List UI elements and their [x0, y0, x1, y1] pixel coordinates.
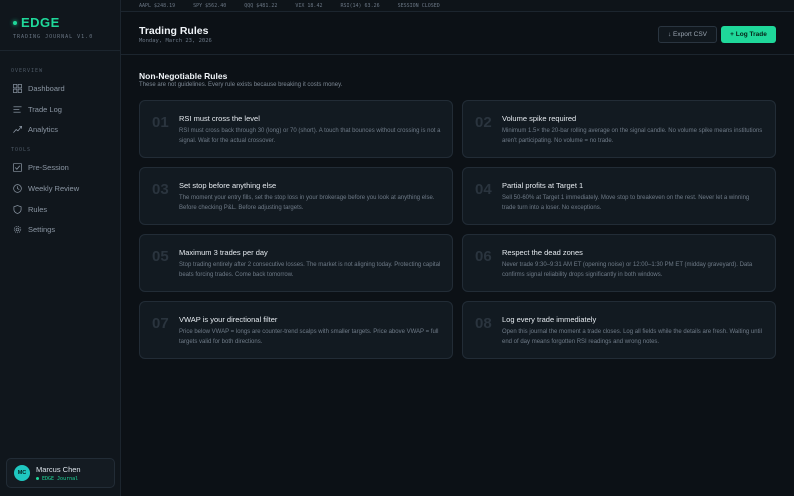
rule-card: 03 Set stop before anything else The mom… [139, 167, 453, 225]
sidebar-item-label: Trade Log [28, 104, 62, 114]
rule-title: VWAP is your directional filter [179, 315, 278, 324]
page-header: Trading Rules Monday, March 23, 2026 ↓ E… [121, 13, 794, 55]
ticker-item: QQQ $481.22 [244, 2, 278, 9]
rule-body: Price below VWAP = longs are counter-tre… [179, 329, 439, 345]
user-name: Marcus Chen [36, 464, 81, 474]
sidebar-item-label: Settings [28, 224, 56, 234]
sidebar-item-rules[interactable]: Rules [6, 200, 114, 218]
rule-number: 03 [152, 181, 169, 198]
rule-title: Volume spike required [502, 114, 577, 123]
rule-body: Stop trading entirely after 2 consecutiv… [179, 262, 441, 278]
rule-number: 08 [475, 315, 492, 332]
ticker-item: AAPL $248.19 [139, 2, 176, 9]
tools-section-label: TOOLS [11, 147, 32, 153]
rule-title: RSI must cross the level [179, 114, 260, 123]
section-title: Non-Negotiable Rules [139, 71, 228, 81]
rule-card: 01 RSI must cross the level RSI must cro… [139, 100, 453, 158]
status-dot-icon [36, 477, 39, 480]
rule-body: RSI must cross back through 30 (long) or… [179, 128, 441, 144]
sidebar-item-settings[interactable]: Settings [6, 220, 114, 238]
sidebar-item-dashboard[interactable]: Dashboard [6, 79, 114, 97]
ticker-item: RSI(14) 63.26 [340, 2, 380, 9]
rule-card: 06 Respect the dead zones Never trade 9:… [462, 234, 776, 292]
checkbox-icon [13, 162, 22, 172]
overview-section-label: OVERVIEW [11, 68, 44, 74]
rule-body: Never trade 9:30–9:31 AM ET (opening noi… [502, 262, 753, 278]
sidebar-item-weekly-review[interactable]: Weekly Review [6, 179, 114, 197]
rule-title: Maximum 3 trades per day [179, 248, 268, 257]
brand-subtitle: TRADING JOURNAL V1.0 [13, 34, 94, 40]
rule-card: 02 Volume spike required Minimum 1.5× th… [462, 100, 776, 158]
avatar: MC [14, 465, 30, 481]
user-subtitle-row: EDGE Journal [36, 476, 81, 482]
rule-title: Partial profits at Target 1 [502, 181, 584, 190]
rule-body: The moment your entry fills, set the sto… [179, 195, 435, 211]
rule-body: Minimum 1.5× the 20-bar rolling average … [502, 128, 763, 144]
rule-number: 06 [475, 248, 492, 265]
clock-icon [13, 183, 22, 193]
sidebar-item-trade-log[interactable]: Trade Log [6, 100, 114, 118]
section-subtitle: These are not guidelines. Every rule exi… [139, 82, 343, 88]
rule-title: Log every trade immediately [502, 315, 597, 324]
trend-icon [13, 125, 22, 133]
brand-dot-icon [13, 20, 17, 25]
rule-card: 08 Log every trade immediately Open this… [462, 301, 776, 359]
user-card[interactable]: MC Marcus Chen EDGE Journal [6, 458, 115, 488]
main-content: Non-Negotiable Rules These are not guide… [121, 56, 794, 496]
brand-name: EDGE [21, 15, 60, 30]
rule-number: 02 [475, 114, 492, 131]
ticker-bar: AAPL $248.19 SPY $562.40 QQQ $481.22 VIX… [121, 0, 794, 12]
rule-card: 04 Partial profits at Target 1 Sell 50-6… [462, 167, 776, 225]
log-trade-button[interactable]: + Log Trade [721, 26, 776, 43]
ticker-item: VIX 18.42 [295, 2, 323, 9]
export-csv-button[interactable]: ↓ Export CSV [658, 26, 717, 43]
sidebar-divider [0, 50, 120, 51]
sidebar-item-label: Rules [28, 204, 48, 214]
sidebar-item-pre-session[interactable]: Pre-Session [6, 158, 114, 176]
user-subtitle: EDGE Journal [42, 475, 79, 482]
rule-card: 05 Maximum 3 trades per day Stop trading… [139, 234, 453, 292]
rule-body: Open this journal the moment a trade clo… [502, 329, 762, 345]
page-title: Trading Rules [139, 25, 209, 37]
sidebar-item-label: Weekly Review [28, 183, 80, 193]
gear-icon [13, 225, 22, 233]
list-icon [13, 105, 22, 113]
rule-body: Sell 50-60% at Target 1 immediately. Mov… [502, 195, 750, 211]
ticker-item: SESSION CLOSED [397, 2, 440, 9]
rule-title: Respect the dead zones [502, 248, 583, 257]
grid-icon [13, 83, 22, 93]
ticker-item: SPY $562.40 [193, 2, 227, 9]
sidebar-item-analytics[interactable]: Analytics [6, 120, 114, 138]
sidebar-item-label: Analytics [28, 124, 59, 134]
rule-card: 07 VWAP is your directional filter Price… [139, 301, 453, 359]
sidebar-item-label: Pre-Session [28, 162, 69, 172]
sidebar-item-label: Dashboard [28, 83, 65, 93]
rule-number: 04 [475, 181, 492, 198]
sidebar: EDGE TRADING JOURNAL V1.0 OVERVIEW Dashb… [0, 0, 121, 496]
page-date: Monday, March 23, 2026 [139, 38, 212, 44]
shield-icon [13, 204, 22, 214]
brand: EDGE TRADING JOURNAL V1.0 [13, 15, 93, 40]
rule-number: 01 [152, 114, 169, 131]
rule-number: 05 [152, 248, 169, 265]
rule-number: 07 [152, 315, 169, 332]
rule-title: Set stop before anything else [179, 181, 277, 190]
